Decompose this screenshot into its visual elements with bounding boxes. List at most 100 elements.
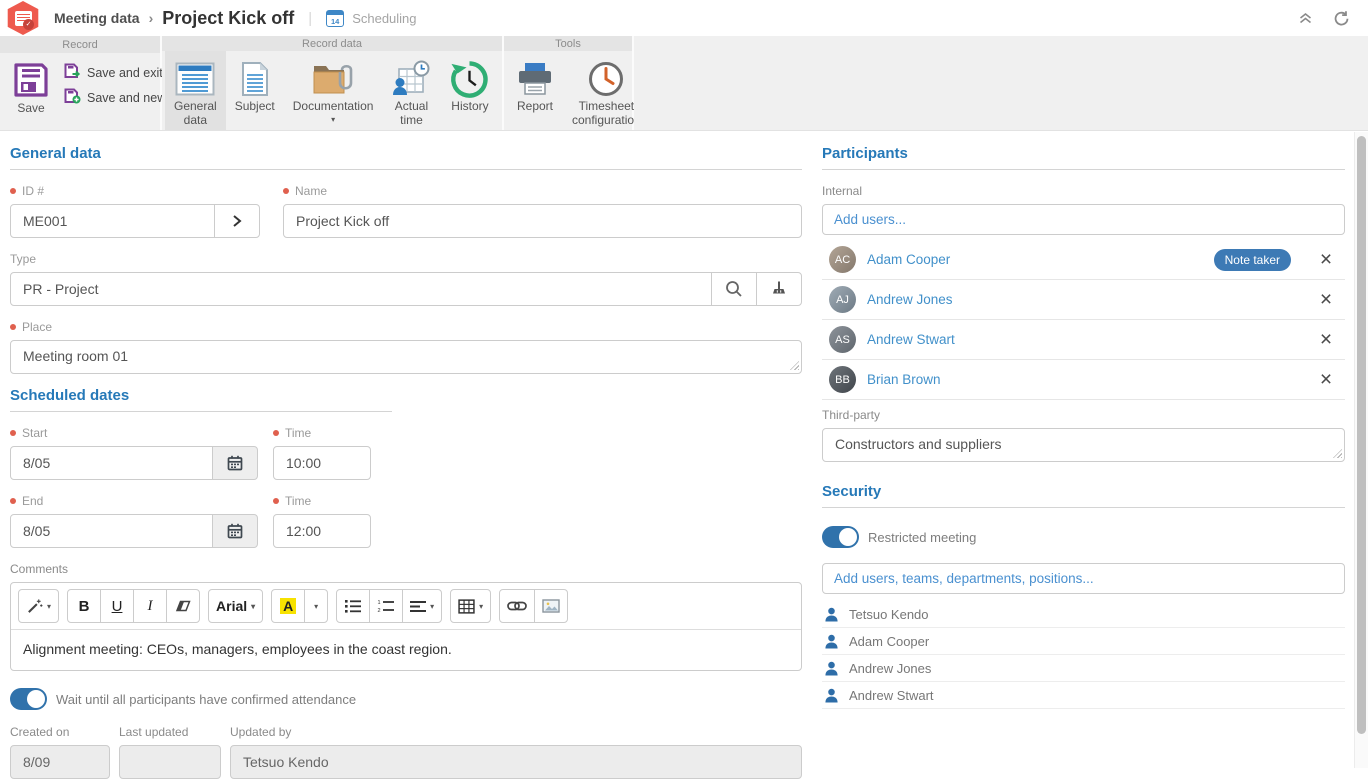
bold-button[interactable]: B [67, 589, 101, 623]
insert-image-button[interactable] [534, 589, 568, 623]
add-users-input[interactable] [822, 204, 1345, 235]
created-on-label: Created on [10, 725, 110, 739]
subject-icon [241, 58, 269, 100]
third-party-input[interactable]: Constructors and suppliers [822, 428, 1345, 462]
end-date-calendar-button[interactable] [212, 514, 258, 548]
third-party-label: Third-party [822, 408, 1345, 422]
start-date-input[interactable] [10, 446, 213, 480]
remove-participant-button[interactable]: × [1315, 329, 1337, 350]
end-date-input[interactable] [10, 514, 213, 548]
save-button[interactable]: Save [6, 57, 56, 130]
save-and-new-icon [64, 88, 81, 107]
comments-editor: ▾ B U I Arial▾ [10, 582, 802, 671]
remove-participant-button[interactable]: × [1315, 369, 1337, 390]
type-search-button[interactable] [711, 272, 757, 306]
scheduled-dates-section-title: Scheduled dates [10, 374, 392, 412]
actual-time-tab[interactable]: Actual time [382, 51, 440, 130]
end-time-label: Time [273, 494, 371, 508]
avatar: AS [829, 326, 856, 353]
save-and-exit-button[interactable]: Save and exit [64, 63, 166, 82]
id-open-button[interactable] [214, 204, 260, 238]
svg-text:2: 2 [378, 608, 381, 614]
name-input[interactable] [283, 204, 802, 238]
actual-time-icon [391, 58, 431, 100]
participant-row: AS Andrew Stwart × [822, 320, 1345, 360]
font-family-select[interactable]: Arial▾ [208, 589, 263, 623]
participant-name-link[interactable]: Andrew Jones [867, 292, 953, 307]
type-clear-button[interactable] [756, 272, 802, 306]
participant-name-link[interactable]: Brian Brown [867, 372, 941, 387]
documentation-tab[interactable]: Documentation ▾ [284, 51, 383, 130]
avatar: AJ [829, 286, 856, 313]
collapse-ribbon-icon[interactable] [1298, 11, 1313, 25]
start-time-label: Time [273, 426, 371, 440]
person-icon [824, 688, 839, 703]
table-button[interactable]: ▾ [450, 589, 491, 623]
ribbon-group-record: Record Save [0, 36, 160, 130]
participant-row: AJ Andrew Jones × [822, 280, 1345, 320]
align-button[interactable]: ▾ [402, 589, 442, 623]
security-member-row: Adam Cooper [822, 628, 1345, 655]
wand-dropdown-caret: ▾ [47, 602, 51, 611]
general-data-panel: General data ID # Name Type [10, 132, 802, 779]
vertical-scrollbar[interactable] [1354, 132, 1368, 768]
subject-tab[interactable]: Subject [226, 51, 284, 130]
save-icon [12, 59, 50, 101]
place-input[interactable]: Meeting room 01 [10, 340, 802, 374]
bullet-list-button[interactable] [336, 589, 370, 623]
italic-button[interactable]: I [133, 589, 167, 623]
internal-participants-list: AC Adam Cooper Note taker × AJ Andrew Jo… [822, 240, 1345, 400]
scrollbar-thumb[interactable] [1357, 136, 1366, 734]
security-member-row: Tetsuo Kendo [822, 601, 1345, 628]
end-time-input[interactable] [273, 514, 371, 548]
last-updated-label: Last updated [119, 725, 221, 739]
report-button[interactable]: Report [507, 51, 563, 130]
highlight-dropdown-button[interactable]: ▾ [304, 589, 328, 623]
report-printer-icon [516, 58, 554, 100]
highlight-color-button[interactable]: A [271, 589, 305, 623]
type-label: Type [10, 252, 802, 266]
history-tab[interactable]: History [440, 51, 499, 130]
attendance-toggle[interactable] [10, 688, 47, 710]
start-date-calendar-button[interactable] [212, 446, 258, 480]
magic-wand-button[interactable]: ▾ [18, 589, 59, 623]
main-content: General data ID # Name Type [0, 132, 1368, 768]
internal-label: Internal [822, 184, 1345, 198]
scheduling-label[interactable]: Scheduling [352, 11, 416, 26]
save-and-new-button[interactable]: Save and new [64, 88, 166, 107]
id-input[interactable] [10, 204, 215, 238]
ribbon-group-record-data: Record data General data [162, 36, 502, 130]
person-icon [824, 634, 839, 649]
security-add-input[interactable] [822, 563, 1345, 594]
title-divider: | [308, 10, 312, 27]
scheduling-calendar-icon[interactable]: 14 [326, 10, 344, 27]
underline-button[interactable]: U [100, 589, 134, 623]
participant-row: AC Adam Cooper Note taker × [822, 240, 1345, 280]
type-input[interactable] [10, 272, 712, 306]
last-updated-value [119, 745, 221, 779]
comments-toolbar: ▾ B U I Arial▾ [11, 583, 801, 630]
numbered-list-button[interactable]: 1 2 [369, 589, 403, 623]
created-on-value [10, 745, 110, 779]
start-time-input[interactable] [273, 446, 371, 480]
comments-label: Comments [10, 562, 802, 576]
table-dropdown-caret: ▾ [479, 602, 483, 611]
security-member-name: Andrew Stwart [849, 688, 934, 703]
restricted-meeting-toggle[interactable] [822, 526, 859, 548]
remove-participant-button[interactable]: × [1315, 249, 1337, 270]
refresh-icon[interactable] [1333, 10, 1350, 27]
person-icon [824, 607, 839, 622]
name-label: Name [283, 184, 802, 198]
breadcrumb-separator: › [149, 10, 154, 26]
restricted-meeting-label: Restricted meeting [868, 530, 976, 545]
eraser-button[interactable] [166, 589, 200, 623]
general-data-tab[interactable]: General data [165, 51, 226, 130]
participant-name-link[interactable]: Andrew Stwart [867, 332, 955, 347]
app-logo-icon: ✓ [6, 1, 40, 35]
participant-name-link[interactable]: Adam Cooper [867, 252, 950, 267]
comments-text-area[interactable]: Alignment meeting: CEOs, managers, emplo… [11, 630, 801, 670]
insert-link-button[interactable] [499, 589, 535, 623]
person-icon [824, 661, 839, 676]
breadcrumb[interactable]: Meeting data [54, 10, 140, 26]
remove-participant-button[interactable]: × [1315, 289, 1337, 310]
